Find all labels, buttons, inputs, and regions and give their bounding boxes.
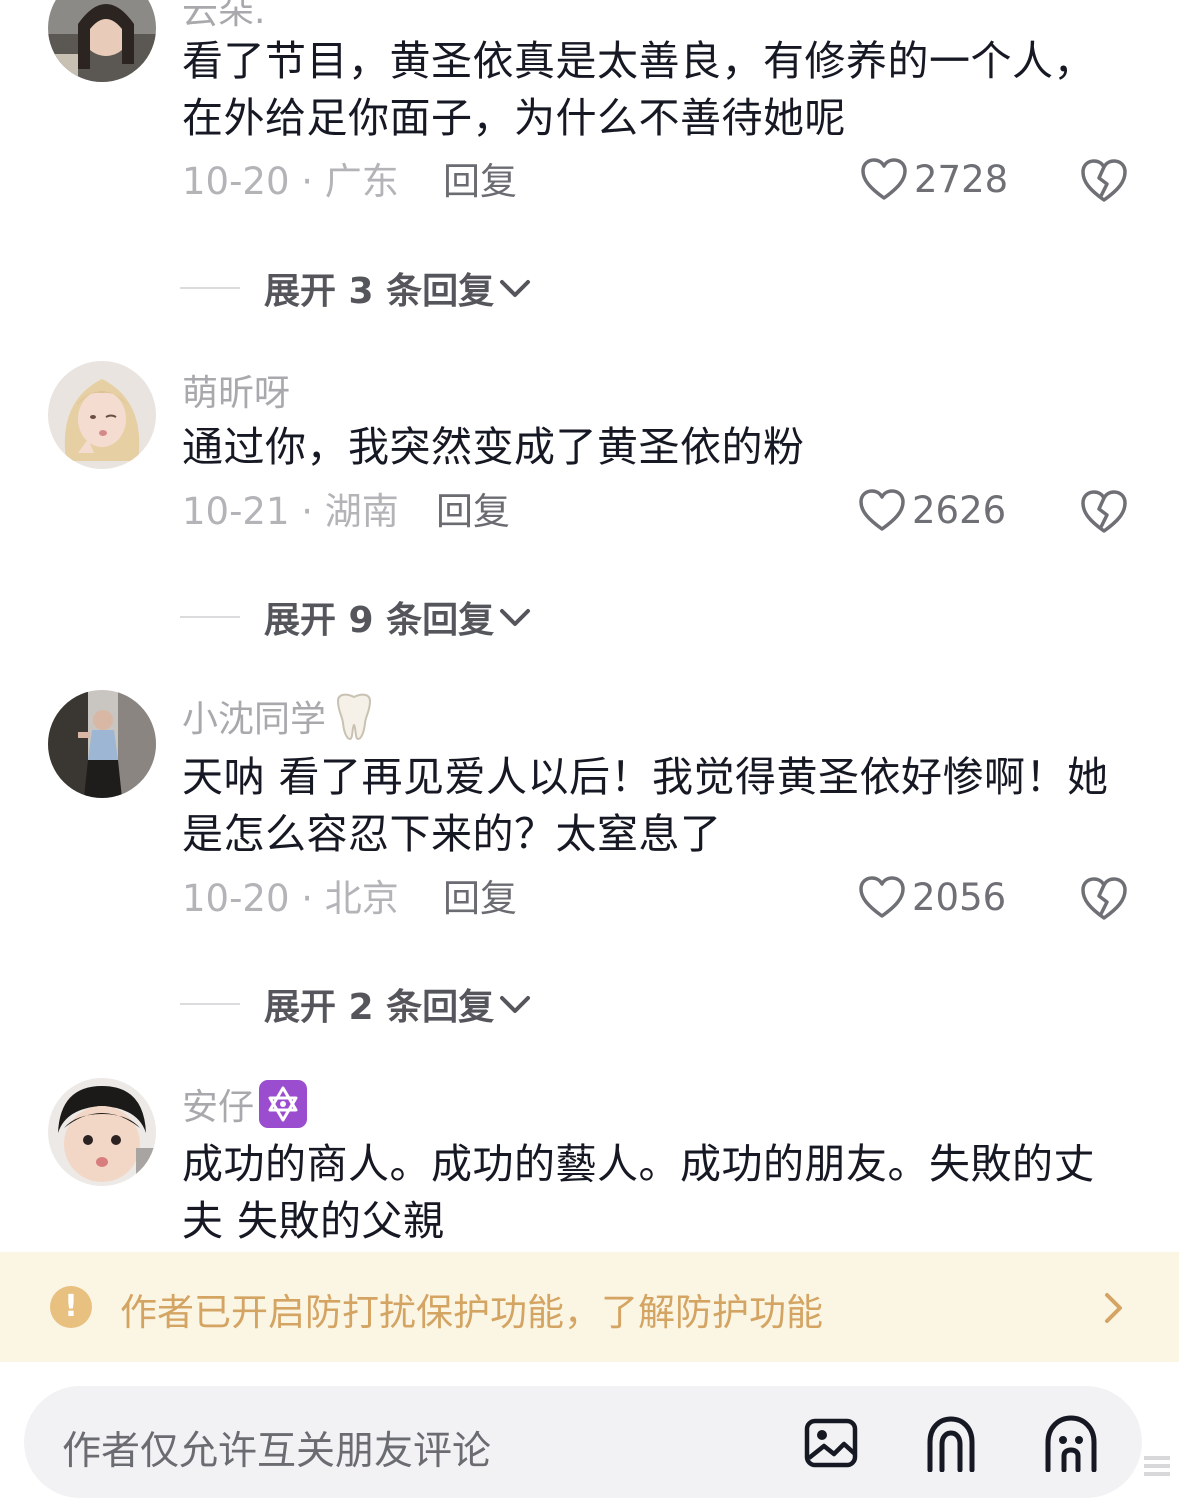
tooth-icon [330, 691, 378, 741]
comment-input[interactable]: 作者仅允许互关朋友评论 [24, 1386, 1142, 1498]
avatar[interactable] [48, 1078, 156, 1186]
comment-text: 成功的商人。成功的藝人。成功的朋友。失敗的丈夫 失敗的父親 [182, 1140, 1095, 1245]
avatar-image [48, 0, 156, 82]
username[interactable]: 云朵. [182, 0, 265, 34]
avatar-image [48, 361, 156, 469]
like-count: 2728 [914, 158, 1009, 201]
chevron-down-icon [500, 996, 531, 1013]
heart-icon [861, 158, 907, 200]
like-count: 2626 [912, 489, 1007, 532]
like-button[interactable]: 2056 [858, 876, 1006, 920]
star-of-david-icon [258, 1079, 308, 1129]
username-text: 安仔 [182, 1087, 255, 1128]
comment-text: 通过你，我突然变成了黄圣依的粉 [182, 423, 805, 471]
avatar[interactable] [48, 690, 156, 798]
comment-date-location: 10-21 · 湖南 [182, 490, 399, 533]
expand-replies-label: 展开 2 条回复 [264, 987, 495, 1028]
chevron-right-icon [1105, 1293, 1122, 1323]
username-text: 云朵. [182, 0, 266, 32]
divider [180, 287, 240, 289]
like-button[interactable]: 2626 [858, 489, 1006, 533]
avatar[interactable] [48, 0, 156, 82]
reply-button[interactable]: 回复 [443, 160, 517, 204]
emoji-icon[interactable] [1040, 1414, 1102, 1472]
divider [180, 1003, 240, 1005]
anti-harassment-notice[interactable]: ! 作者已开启防打扰保护功能，了解防护功能 [0, 1252, 1179, 1362]
image-icon[interactable] [802, 1414, 860, 1472]
chevron-down-icon [500, 280, 531, 297]
username-text: 小沈同学 [182, 699, 327, 740]
heart-icon [859, 489, 905, 531]
warning-icon: ! [50, 1286, 92, 1328]
reply-button[interactable]: 回复 [443, 877, 517, 921]
avatar-image [48, 690, 156, 798]
expand-replies-button[interactable]: 展开 9 条回复 [180, 591, 532, 643]
comment-date-location: 10-20 · 北京 [182, 877, 399, 920]
like-button[interactable]: 2728 [860, 158, 1008, 202]
comment-date-location: 10-20 · 广东 [182, 160, 399, 203]
expand-replies-label: 展开 9 条回复 [264, 600, 495, 641]
expand-replies-label: 展开 3 条回复 [264, 271, 495, 312]
username[interactable]: 萌昕呀 [182, 364, 290, 416]
mention-icon[interactable] [920, 1414, 982, 1472]
scroll-indicator [1144, 1456, 1170, 1476]
input-placeholder: 作者仅允许互关朋友评论 [62, 1429, 492, 1474]
comment-text: 天呐 看了再见爱人以后！我觉得黄圣依好惨啊！她是怎么容忍下来的？太窒息了 [182, 753, 1109, 858]
notice-text: 作者已开启防打扰保护功能，了解防护功能 [120, 1291, 823, 1334]
heart-icon [859, 876, 905, 918]
dislike-icon[interactable] [1080, 158, 1128, 204]
username[interactable]: 小沈同学 [182, 690, 378, 742]
expand-replies-button[interactable]: 展开 2 条回复 [180, 978, 532, 1030]
chevron-down-icon [500, 609, 531, 626]
dislike-icon[interactable] [1080, 489, 1128, 535]
comment-text: 看了节目，黄圣依真是太善良，有修养的一个人，在外给足你面子，为什么不善待她呢 [182, 37, 1095, 142]
expand-replies-button[interactable]: 展开 3 条回复 [180, 262, 532, 314]
divider [180, 616, 240, 618]
like-count: 2056 [912, 876, 1007, 919]
avatar[interactable] [48, 361, 156, 469]
username-text: 萌昕呀 [182, 373, 291, 414]
avatar-image [48, 1078, 156, 1186]
reply-button[interactable]: 回复 [436, 490, 510, 534]
username[interactable]: 安仔 [182, 1078, 308, 1130]
dislike-icon[interactable] [1080, 876, 1128, 922]
